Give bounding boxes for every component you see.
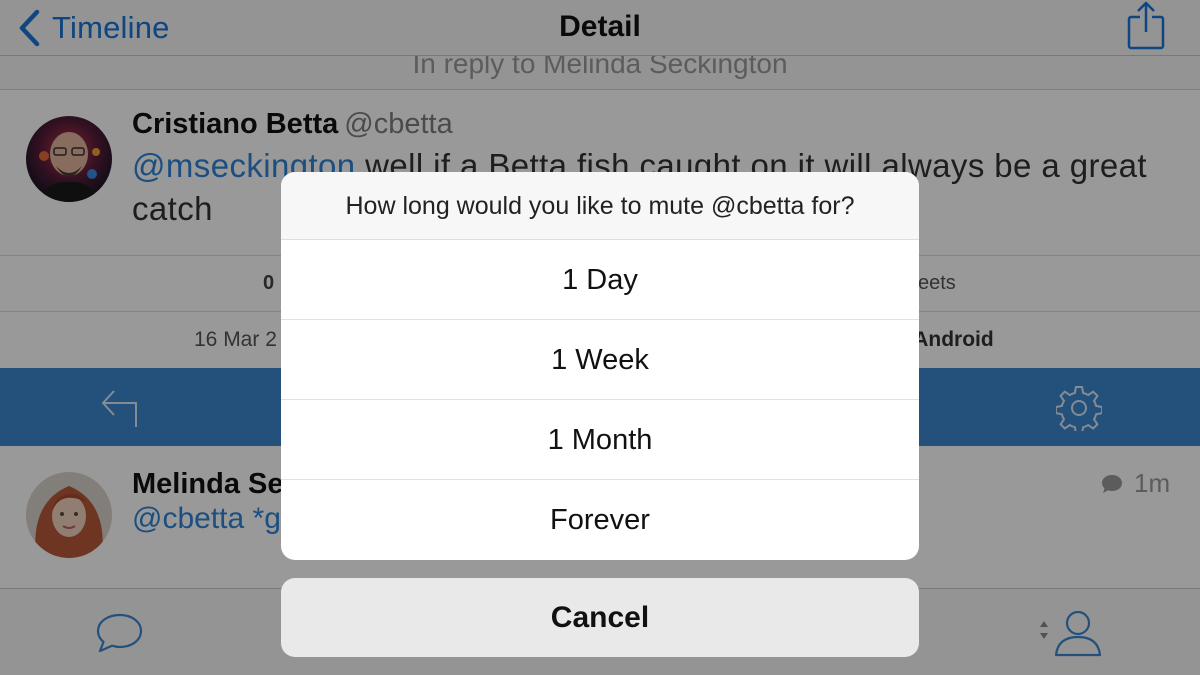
mute-forever-option[interactable]: Forever [281,480,919,560]
mute-1-week-option[interactable]: 1 Week [281,320,919,400]
action-sheet-title: How long would you like to mute @cbetta … [281,172,919,240]
mute-duration-action-sheet: How long would you like to mute @cbetta … [281,172,919,560]
cancel-button[interactable]: Cancel [281,578,919,657]
mute-1-month-option[interactable]: 1 Month [281,400,919,480]
mute-1-day-option[interactable]: 1 Day [281,240,919,320]
